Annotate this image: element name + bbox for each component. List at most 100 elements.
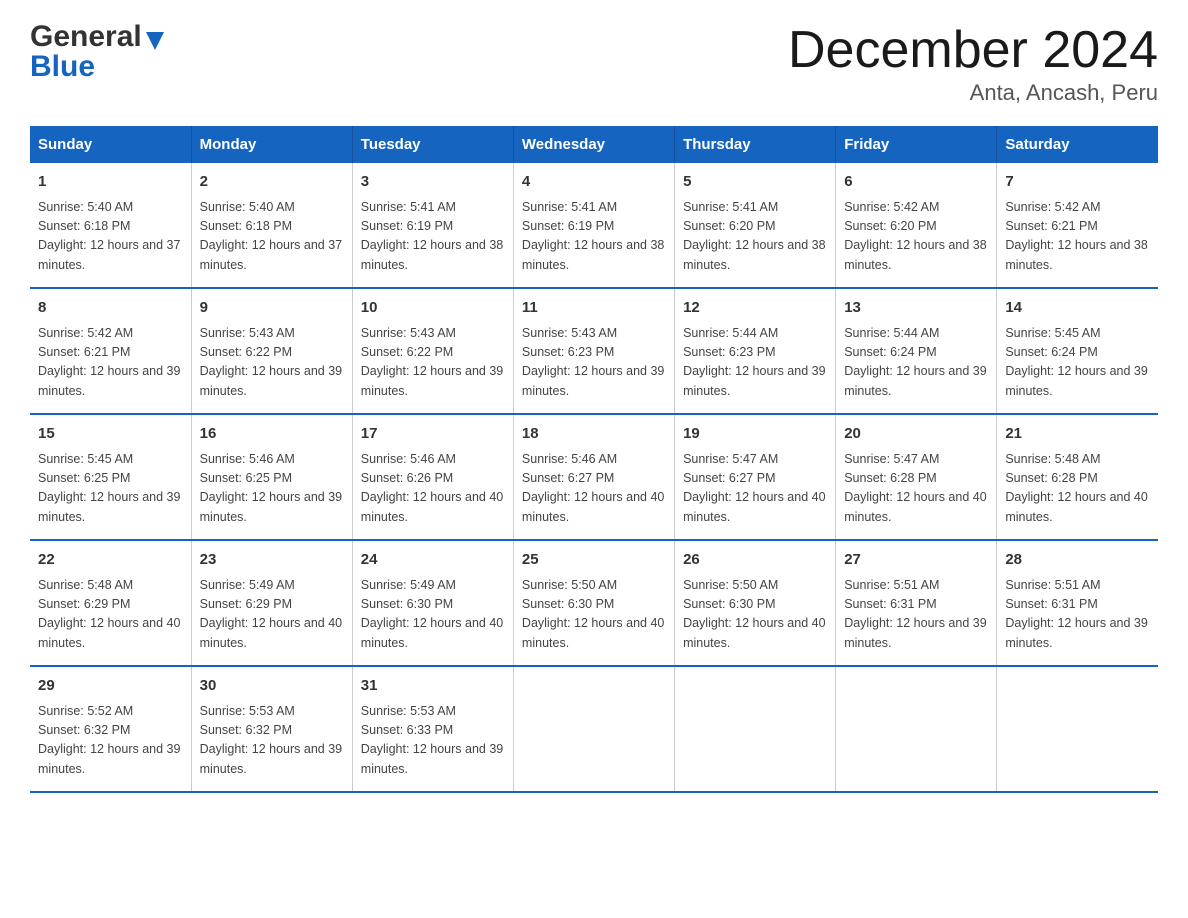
day-number: 21 [1005,423,1150,446]
day-number: 27 [844,549,988,572]
calendar-cell: 7 Sunrise: 5:42 AMSunset: 6:21 PMDaylight… [997,163,1158,288]
day-number: 8 [38,297,183,320]
calendar-cell: 25 Sunrise: 5:50 AMSunset: 6:30 PMDayligh… [513,540,674,666]
calendar-subtitle: Anta, Ancash, Peru [788,80,1158,106]
calendar-cell: 1 Sunrise: 5:40 AMSunset: 6:18 PMDaylight… [30,163,191,288]
calendar-header-row: SundayMondayTuesdayWednesdayThursdayFrid… [30,126,1158,163]
day-info: Sunrise: 5:46 AMSunset: 6:25 PMDaylight:… [200,450,344,528]
day-info: Sunrise: 5:48 AMSunset: 6:29 PMDaylight:… [38,576,183,654]
day-info: Sunrise: 5:40 AMSunset: 6:18 PMDaylight:… [38,198,183,276]
day-info: Sunrise: 5:43 AMSunset: 6:23 PMDaylight:… [522,324,666,402]
calendar-cell: 14Sunrise: 5:45 AMSunset: 6:24 PMDayligh… [997,288,1158,414]
day-number: 26 [683,549,827,572]
day-number: 23 [200,549,344,572]
col-header-monday: Monday [191,126,352,163]
calendar-cell: 11 Sunrise: 5:43 AMSunset: 6:23 PMDayligh… [513,288,674,414]
day-info: Sunrise: 5:51 AMSunset: 6:31 PMDaylight:… [1005,576,1150,654]
calendar-cell: 23 Sunrise: 5:49 AMSunset: 6:29 PMDayligh… [191,540,352,666]
logo-line1: General [30,20,164,54]
day-number: 22 [38,549,183,572]
day-number: 16 [200,423,344,446]
calendar-cell [836,666,997,792]
calendar-cell: 2 Sunrise: 5:40 AMSunset: 6:18 PMDaylight… [191,163,352,288]
day-number: 5 [683,171,827,194]
day-number: 20 [844,423,988,446]
day-number: 28 [1005,549,1150,572]
day-info: Sunrise: 5:44 AMSunset: 6:23 PMDaylight:… [683,324,827,402]
day-info: Sunrise: 5:41 AMSunset: 6:19 PMDaylight:… [522,198,666,276]
day-number: 24 [361,549,505,572]
logo-triangle-icon [146,32,164,50]
day-number: 2 [200,171,344,194]
day-number: 7 [1005,171,1150,194]
day-info: Sunrise: 5:50 AMSunset: 6:30 PMDaylight:… [522,576,666,654]
title-block: December 2024 Anta, Ancash, Peru [788,20,1158,106]
col-header-wednesday: Wednesday [513,126,674,163]
day-info: Sunrise: 5:47 AMSunset: 6:27 PMDaylight:… [683,450,827,528]
day-number: 10 [361,297,505,320]
day-number: 25 [522,549,666,572]
calendar-cell: 26 Sunrise: 5:50 AMSunset: 6:30 PMDayligh… [675,540,836,666]
calendar-week-2: 8 Sunrise: 5:42 AMSunset: 6:21 PMDaylight… [30,288,1158,414]
calendar-cell: 20 Sunrise: 5:47 AMSunset: 6:28 PMDayligh… [836,414,997,540]
day-info: Sunrise: 5:42 AMSunset: 6:21 PMDaylight:… [38,324,183,402]
calendar-week-4: 22 Sunrise: 5:48 AMSunset: 6:29 PMDayligh… [30,540,1158,666]
logo-general-text: General [30,20,142,54]
calendar-cell [675,666,836,792]
day-info: Sunrise: 5:42 AMSunset: 6:21 PMDaylight:… [1005,198,1150,276]
logo: General Blue [30,20,164,84]
calendar-cell: 24Sunrise: 5:49 AMSunset: 6:30 PMDayligh… [352,540,513,666]
calendar-cell: 12 Sunrise: 5:44 AMSunset: 6:23 PMDayligh… [675,288,836,414]
day-info: Sunrise: 5:50 AMSunset: 6:30 PMDaylight:… [683,576,827,654]
day-number: 19 [683,423,827,446]
day-number: 17 [361,423,505,446]
day-info: Sunrise: 5:52 AMSunset: 6:32 PMDaylight:… [38,702,183,780]
calendar-cell: 3 Sunrise: 5:41 AMSunset: 6:19 PMDaylight… [352,163,513,288]
day-info: Sunrise: 5:40 AMSunset: 6:18 PMDaylight:… [200,198,344,276]
day-number: 31 [361,675,505,698]
calendar-cell: 30 Sunrise: 5:53 AMSunset: 6:32 PMDayligh… [191,666,352,792]
day-number: 29 [38,675,183,698]
day-info: Sunrise: 5:49 AMSunset: 6:29 PMDaylight:… [200,576,344,654]
calendar-cell: 6 Sunrise: 5:42 AMSunset: 6:20 PMDaylight… [836,163,997,288]
day-info: Sunrise: 5:41 AMSunset: 6:19 PMDaylight:… [361,198,505,276]
day-info: Sunrise: 5:53 AMSunset: 6:32 PMDaylight:… [200,702,344,780]
day-number: 9 [200,297,344,320]
calendar-cell: 8 Sunrise: 5:42 AMSunset: 6:21 PMDaylight… [30,288,191,414]
calendar-cell: 19 Sunrise: 5:47 AMSunset: 6:27 PMDayligh… [675,414,836,540]
calendar-week-3: 15 Sunrise: 5:45 AMSunset: 6:25 PMDayligh… [30,414,1158,540]
day-info: Sunrise: 5:46 AMSunset: 6:27 PMDaylight:… [522,450,666,528]
day-info: Sunrise: 5:47 AMSunset: 6:28 PMDaylight:… [844,450,988,528]
day-info: Sunrise: 5:45 AMSunset: 6:24 PMDaylight:… [1005,324,1150,402]
day-number: 13 [844,297,988,320]
col-header-sunday: Sunday [30,126,191,163]
day-info: Sunrise: 5:45 AMSunset: 6:25 PMDaylight:… [38,450,183,528]
calendar-cell: 4Sunrise: 5:41 AMSunset: 6:19 PMDaylight… [513,163,674,288]
calendar-cell: 22 Sunrise: 5:48 AMSunset: 6:29 PMDayligh… [30,540,191,666]
day-number: 11 [522,297,666,320]
day-info: Sunrise: 5:43 AMSunset: 6:22 PMDaylight:… [361,324,505,402]
calendar-cell: 5 Sunrise: 5:41 AMSunset: 6:20 PMDaylight… [675,163,836,288]
calendar-cell: 9Sunrise: 5:43 AMSunset: 6:22 PMDaylight… [191,288,352,414]
day-number: 18 [522,423,666,446]
calendar-cell: 28 Sunrise: 5:51 AMSunset: 6:31 PMDayligh… [997,540,1158,666]
day-number: 1 [38,171,183,194]
calendar-cell: 29 Sunrise: 5:52 AMSunset: 6:32 PMDayligh… [30,666,191,792]
calendar-cell: 17Sunrise: 5:46 AMSunset: 6:26 PMDayligh… [352,414,513,540]
calendar-title: December 2024 [788,20,1158,80]
day-info: Sunrise: 5:41 AMSunset: 6:20 PMDaylight:… [683,198,827,276]
day-number: 12 [683,297,827,320]
day-number: 6 [844,171,988,194]
col-header-tuesday: Tuesday [352,126,513,163]
calendar-cell: 10 Sunrise: 5:43 AMSunset: 6:22 PMDayligh… [352,288,513,414]
day-number: 15 [38,423,183,446]
day-info: Sunrise: 5:53 AMSunset: 6:33 PMDaylight:… [361,702,505,780]
day-info: Sunrise: 5:42 AMSunset: 6:20 PMDaylight:… [844,198,988,276]
day-number: 30 [200,675,344,698]
calendar-cell [513,666,674,792]
col-header-friday: Friday [836,126,997,163]
calendar-cell: 15 Sunrise: 5:45 AMSunset: 6:25 PMDayligh… [30,414,191,540]
calendar-cell: 21 Sunrise: 5:48 AMSunset: 6:28 PMDayligh… [997,414,1158,540]
day-number: 3 [361,171,505,194]
day-info: Sunrise: 5:48 AMSunset: 6:28 PMDaylight:… [1005,450,1150,528]
